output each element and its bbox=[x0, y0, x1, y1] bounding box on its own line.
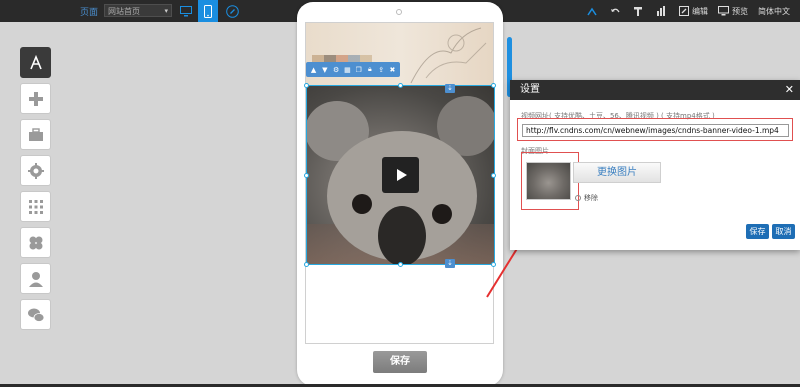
dialog-header: 设置 ✕ bbox=[510, 80, 800, 100]
url-highlight-box bbox=[517, 118, 793, 141]
language-button[interactable]: 简体中文 bbox=[758, 6, 790, 17]
mobile-view-button[interactable] bbox=[198, 0, 218, 22]
layout-icon[interactable]: ▦ bbox=[343, 65, 352, 74]
member-button[interactable] bbox=[20, 263, 51, 294]
resize-handle[interactable] bbox=[304, 173, 309, 178]
play-icon bbox=[396, 169, 407, 181]
edit-label: 编辑 bbox=[692, 6, 708, 16]
camera-icon bbox=[396, 9, 402, 15]
resize-handle[interactable] bbox=[491, 83, 496, 88]
gear-icon[interactable]: ⚙ bbox=[332, 65, 341, 74]
preview-button[interactable]: 预览 bbox=[718, 6, 748, 17]
page-select[interactable]: 网站首页 ▾ bbox=[104, 4, 172, 17]
app-store-icon bbox=[29, 54, 42, 69]
resize-handle[interactable] bbox=[491, 173, 496, 178]
banner-image[interactable] bbox=[306, 23, 493, 89]
close-icon[interactable]: ✕ bbox=[785, 80, 794, 100]
gear-icon bbox=[27, 162, 44, 179]
settings-dialog: 设置 ✕ 视频网址( 支持优酷、土豆、56、腾讯视频 ) ( 支持mp4格式 )… bbox=[510, 80, 800, 250]
publish-icon bbox=[587, 7, 597, 15]
phone-icon bbox=[204, 4, 212, 18]
resize-handle[interactable] bbox=[398, 83, 403, 88]
download-icon[interactable]: ⇣ bbox=[445, 84, 455, 93]
side-toolbar bbox=[20, 47, 52, 335]
undo-button[interactable] bbox=[610, 7, 623, 16]
play-button[interactable] bbox=[382, 157, 419, 193]
hammer-icon bbox=[634, 7, 642, 16]
link-button[interactable] bbox=[222, 0, 242, 22]
module-edit-toolbar: ▲ ▼ ⚙ ▦ ❐ 🔒︎ ⇪ ✖ bbox=[306, 62, 400, 77]
link-icon bbox=[225, 4, 239, 18]
page-select-value: 网站首页 bbox=[108, 7, 140, 16]
grid-icon bbox=[28, 199, 43, 214]
resize-handle[interactable] bbox=[491, 262, 496, 267]
edit-button[interactable]: 编辑 bbox=[679, 6, 708, 17]
share-icon[interactable]: ⇪ bbox=[377, 65, 386, 74]
video-url-input[interactable] bbox=[522, 124, 789, 137]
language-label: 简体中文 bbox=[758, 6, 790, 16]
grid-button[interactable] bbox=[20, 191, 51, 222]
app-store-button[interactable] bbox=[20, 47, 51, 78]
dialog-cancel-button[interactable]: 取消 bbox=[772, 224, 795, 239]
resize-handle[interactable] bbox=[304, 83, 309, 88]
monitor-icon bbox=[718, 6, 729, 16]
clover-icon bbox=[29, 236, 42, 249]
chevron-down-icon: ▾ bbox=[164, 7, 168, 15]
resize-handle[interactable] bbox=[398, 262, 403, 267]
move-up-icon[interactable]: ▲ bbox=[309, 65, 318, 74]
topbar-tools: 编辑 预览 简体中文 bbox=[587, 0, 800, 22]
lock-icon[interactable]: 🔒︎ bbox=[365, 65, 374, 74]
theme-button[interactable] bbox=[20, 227, 51, 258]
cover-thumbnail[interactable] bbox=[526, 162, 571, 200]
download-icon[interactable]: ⇣ bbox=[445, 259, 455, 268]
delete-icon[interactable]: ✖ bbox=[388, 65, 397, 74]
desktop-view-button[interactable] bbox=[176, 0, 196, 22]
plus-icon bbox=[28, 91, 43, 106]
remove-option[interactable]: 移除 bbox=[575, 193, 598, 203]
move-down-icon[interactable]: ▼ bbox=[320, 65, 329, 74]
ink-painting-image bbox=[410, 27, 487, 84]
chart-icon bbox=[657, 6, 665, 16]
user-icon bbox=[28, 271, 43, 287]
resize-handle[interactable] bbox=[304, 262, 309, 267]
dialog-save-button[interactable]: 保存 bbox=[746, 224, 769, 239]
tools-button[interactable] bbox=[633, 6, 646, 16]
replace-image-button[interactable]: 更换图片 bbox=[573, 162, 661, 183]
wechat-icon bbox=[27, 308, 44, 322]
pages-label: 页面 bbox=[80, 8, 99, 18]
phone-save-button[interactable]: 保存 bbox=[373, 351, 427, 373]
copy-icon[interactable]: ❐ bbox=[354, 65, 363, 74]
dialog-title: 设置 bbox=[520, 84, 540, 95]
toolbox-icon bbox=[28, 127, 43, 141]
wechat-button[interactable] bbox=[20, 299, 51, 330]
remove-label: 移除 bbox=[584, 194, 598, 202]
toolbox-button[interactable] bbox=[20, 119, 51, 150]
remove-radio[interactable] bbox=[575, 195, 581, 201]
preview-label: 预览 bbox=[732, 6, 748, 16]
add-module-button[interactable] bbox=[20, 83, 51, 114]
settings-button[interactable] bbox=[20, 155, 51, 186]
edit-icon bbox=[679, 6, 689, 16]
undo-icon bbox=[611, 8, 620, 12]
monitor-icon bbox=[180, 5, 192, 16]
dialog-body: 视频网址( 支持优酷、土豆、56、腾讯视频 ) ( 支持mp4格式 ) 封面图片… bbox=[510, 100, 800, 250]
publish-button[interactable] bbox=[587, 7, 600, 16]
stats-button[interactable] bbox=[656, 6, 669, 16]
